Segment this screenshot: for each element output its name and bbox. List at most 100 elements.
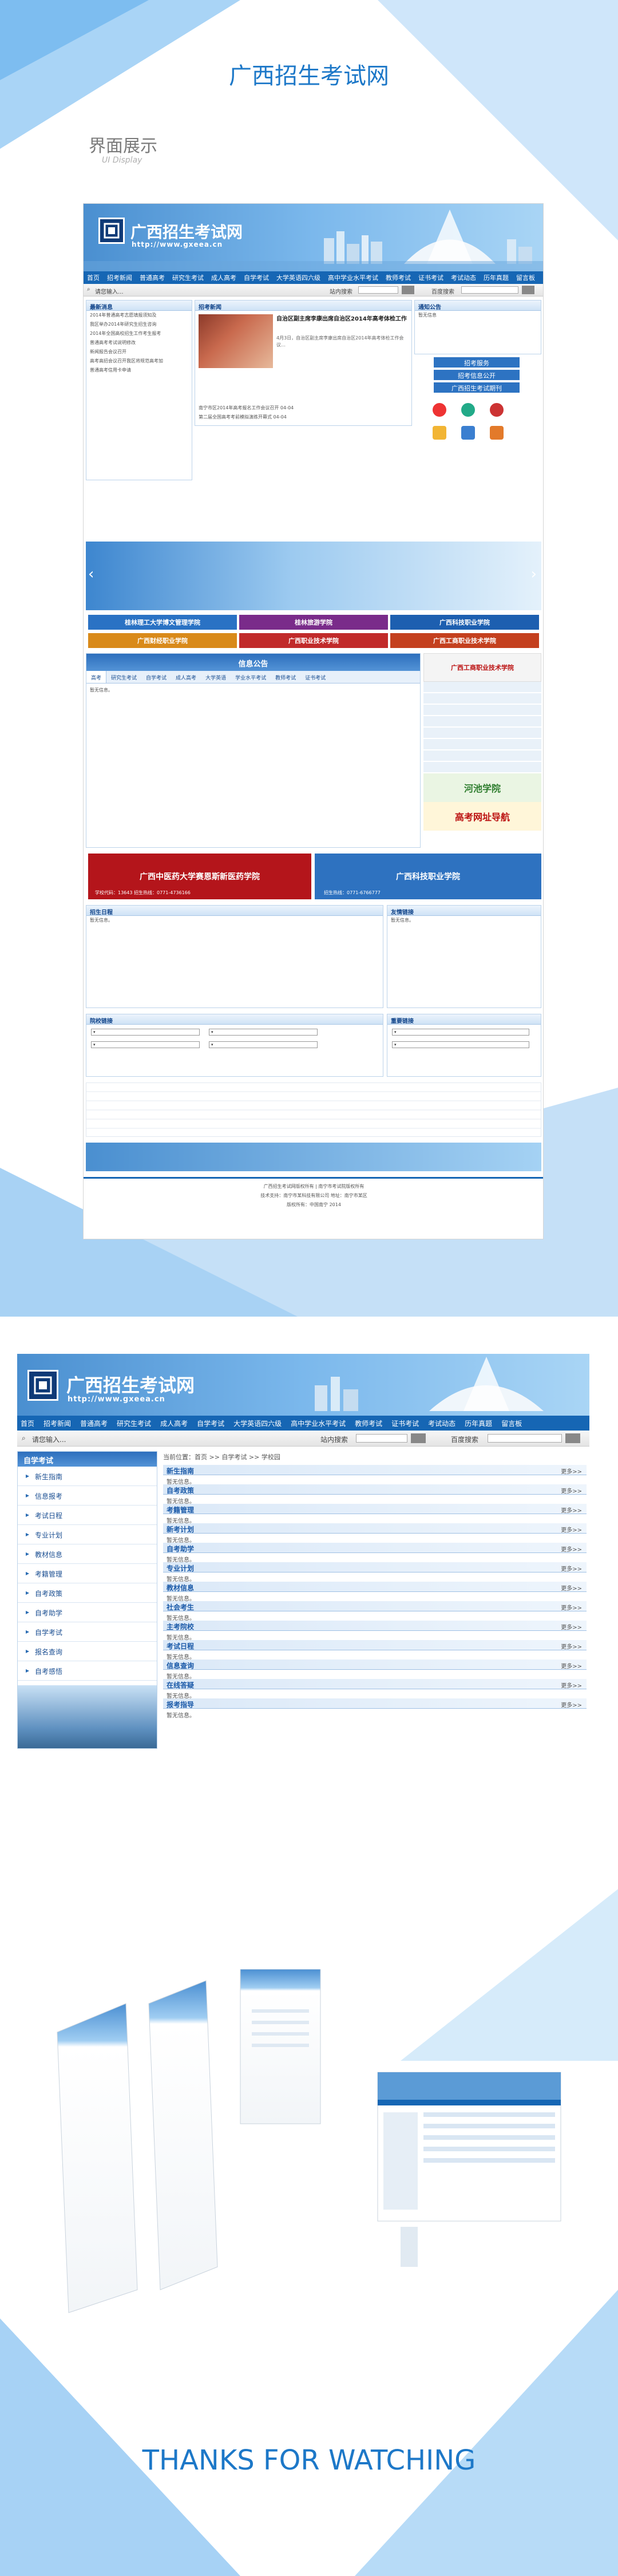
ad-9[interactable]: 高考网址导航 <box>423 802 541 831</box>
nav-item[interactable]: 首页 <box>21 1419 34 1428</box>
sidebar-item[interactable]: 自考助学 <box>18 1603 157 1622</box>
sub-search-input[interactable]: 请您输入... <box>32 1435 66 1444</box>
nav-item[interactable]: 招考新闻 <box>107 273 132 282</box>
site-logo[interactable] <box>98 218 125 244</box>
search-input[interactable]: 请您输入... <box>95 287 124 295</box>
section-title[interactable]: 在线答疑 <box>167 1681 194 1689</box>
select-6[interactable]: ▾ <box>392 1041 529 1048</box>
sidebar-item[interactable]: 报名查询 <box>18 1642 157 1661</box>
latest-item[interactable]: 2014年普通高考志愿填报须知及 <box>86 311 192 320</box>
section-title[interactable]: 自考助学 <box>167 1545 194 1553</box>
info-tab[interactable]: 高考 <box>86 671 107 683</box>
nav-item[interactable]: 教师考试 <box>386 273 411 282</box>
more-link[interactable]: 更多>> <box>561 1525 582 1534</box>
weibo-icon[interactable] <box>433 403 446 417</box>
baidu-field[interactable] <box>461 286 518 294</box>
more-link[interactable]: 更多>> <box>561 1564 582 1573</box>
doc-icon[interactable] <box>490 426 504 440</box>
ad-2[interactable]: 桂林旅游学院 <box>239 615 388 630</box>
info-tab[interactable]: 教师考试 <box>271 671 300 683</box>
more-link[interactable]: 更多>> <box>561 1642 582 1650</box>
nav-item[interactable]: 自学考试 <box>244 273 269 282</box>
sidebar-item[interactable]: 专业计划 <box>18 1525 157 1544</box>
section-title[interactable]: 主考院校 <box>167 1623 194 1631</box>
arrow-right-icon[interactable]: › <box>531 566 537 583</box>
section-title[interactable]: 信息查询 <box>167 1662 194 1670</box>
section-title[interactable]: 新生指南 <box>167 1467 194 1475</box>
nav-item[interactable]: 留言板 <box>501 1419 522 1428</box>
nav-item[interactable]: 证书考试 <box>391 1419 419 1428</box>
slide-banner[interactable]: ‹ › <box>86 542 541 610</box>
news-link-1[interactable]: 南宁市区2014年高考报名工作会议召开 04-04 <box>195 404 407 413</box>
section-title[interactable]: 报考指导 <box>167 1701 194 1709</box>
sidebar-item[interactable]: 新生指南 <box>18 1467 157 1486</box>
nav-item[interactable]: 大学英语四六级 <box>276 273 320 282</box>
select-2[interactable]: ▾ <box>209 1029 318 1036</box>
more-link[interactable]: 更多>> <box>561 1486 582 1495</box>
more-link[interactable]: 更多>> <box>561 1622 582 1631</box>
nav-item[interactable]: 首页 <box>87 273 100 282</box>
select-4[interactable]: ▾ <box>209 1041 318 1048</box>
section-title[interactable]: 社会考生 <box>167 1603 194 1611</box>
ad-3[interactable]: 广西科技职业学院 <box>390 615 539 630</box>
select-5[interactable]: ▾ <box>392 1029 529 1036</box>
search-button[interactable] <box>402 286 414 294</box>
news-headline[interactable]: 自治区副主席李康出席自治区2014年高考体检工作 <box>276 315 409 323</box>
info-tab[interactable]: 证书考试 <box>300 671 330 683</box>
select-3[interactable]: ▾ <box>91 1041 200 1048</box>
sub-baidu-field[interactable] <box>488 1434 562 1443</box>
sub-search-field[interactable] <box>356 1434 407 1443</box>
more-link[interactable]: 更多>> <box>561 1603 582 1611</box>
nav-item[interactable]: 证书考试 <box>418 273 443 282</box>
ad-1[interactable]: 桂林理工大学博文管理学院 <box>88 615 237 630</box>
nav-item[interactable]: 留言板 <box>516 273 535 282</box>
nav-item[interactable]: 教师考试 <box>355 1419 382 1428</box>
sidebar-item[interactable]: 信息报考 <box>18 1486 157 1506</box>
info-tab[interactable]: 学业水平考试 <box>231 671 271 683</box>
quick-link-2[interactable]: 招考信息公开 <box>434 370 520 380</box>
info-tab[interactable]: 研究生考试 <box>106 671 141 683</box>
latest-item[interactable]: 新闻报告会议召开 <box>86 347 192 357</box>
nav-item[interactable]: 研究生考试 <box>117 1419 151 1428</box>
more-link[interactable]: 更多>> <box>561 1583 582 1592</box>
nav-item[interactable]: 大学英语四六级 <box>233 1419 282 1428</box>
phone-icon[interactable] <box>461 426 475 440</box>
more-link[interactable]: 更多>> <box>561 1467 582 1475</box>
section-title[interactable]: 教材信息 <box>167 1584 194 1592</box>
news-link-2[interactable]: 第二届全国高考考前模拟演练开幕式 04-04 <box>195 413 407 422</box>
nav-item[interactable]: 历年真题 <box>465 1419 492 1428</box>
nav-item[interactable]: 普通高考 <box>140 273 165 282</box>
sub-logo[interactable] <box>27 1370 58 1401</box>
latest-item[interactable]: 2014年全国高校招生工作考生报考 <box>86 329 192 338</box>
more-link[interactable]: 更多>> <box>561 1661 582 1670</box>
sidebar-item[interactable]: 考籍管理 <box>18 1564 157 1583</box>
more-link[interactable]: 更多>> <box>561 1544 582 1553</box>
sidebar-item[interactable]: 自考政策 <box>18 1583 157 1603</box>
more-link[interactable]: 更多>> <box>561 1700 582 1709</box>
latest-item[interactable]: 高考高招会议召开我区将规范高考加 <box>86 357 192 366</box>
bottom-banner[interactable] <box>86 1143 541 1171</box>
sidebar-item[interactable]: 自学考试 <box>18 1622 157 1642</box>
qq-icon[interactable] <box>461 403 475 417</box>
more-link[interactable]: 更多>> <box>561 1506 582 1514</box>
nav-item[interactable]: 高中学业水平考试 <box>328 273 378 282</box>
nav-item[interactable]: 研究生考试 <box>172 273 204 282</box>
search-field[interactable] <box>358 286 398 294</box>
sidebar-item[interactable]: 教材信息 <box>18 1544 157 1564</box>
quick-link-3[interactable]: 广西招生考试期刊 <box>434 382 520 393</box>
latest-item[interactable]: 普通高考信用卡申请 <box>86 366 192 375</box>
ad-4[interactable]: 广西财经职业学院 <box>88 633 237 648</box>
nav-item[interactable]: 考试动态 <box>428 1419 455 1428</box>
mail-icon[interactable] <box>490 403 504 417</box>
section-title[interactable]: 自考政策 <box>167 1487 194 1495</box>
more-link[interactable]: 更多>> <box>561 1681 582 1689</box>
nav-item[interactable]: 考试动态 <box>451 273 476 282</box>
section-title[interactable]: 专业计划 <box>167 1564 194 1573</box>
info-tab[interactable]: 成人高考 <box>171 671 201 683</box>
ad-5[interactable]: 广西职业技术学院 <box>239 633 388 648</box>
latest-item[interactable]: 普通高考考试说明修改 <box>86 338 192 347</box>
quick-link-1[interactable]: 招考服务 <box>434 357 520 368</box>
nav-item[interactable]: 历年真题 <box>484 273 509 282</box>
latest-item[interactable]: 我区举办2014年研究生招生咨询 <box>86 320 192 329</box>
ad-6[interactable]: 广西工商职业技术学院 <box>390 633 539 648</box>
